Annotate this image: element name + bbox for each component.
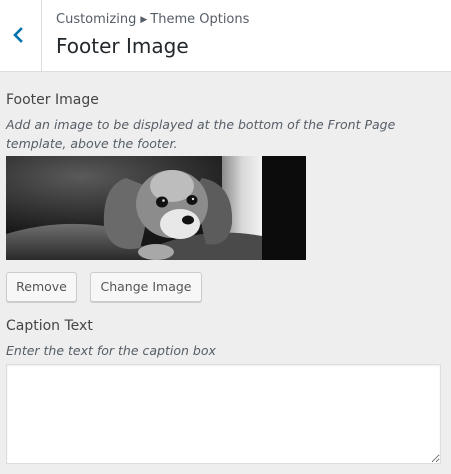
- caption-text-description: Enter the text for the caption box: [6, 343, 216, 358]
- breadcrumb-current: Theme Options: [150, 12, 250, 27]
- breadcrumb: Customizing ▶ Theme Options: [56, 12, 249, 27]
- footer-image-label: Footer Image: [6, 92, 99, 108]
- caption-textarea[interactable]: [6, 364, 441, 464]
- page-title: Footer Image: [56, 34, 189, 58]
- footer-image-preview: [6, 156, 306, 260]
- caret-right-icon: ▶: [140, 15, 148, 25]
- caption-text-label: Caption Text: [6, 318, 93, 334]
- change-image-button[interactable]: Change Image: [90, 272, 202, 302]
- back-button[interactable]: [0, 0, 42, 71]
- breadcrumb-parent: Customizing: [56, 12, 137, 27]
- remove-image-button[interactable]: Remove: [6, 272, 77, 302]
- footer-image-description: Add an image to be displayed at the bott…: [6, 117, 396, 151]
- customizer-header: Customizing ▶ Theme Options Footer Image: [0, 0, 451, 72]
- chevron-left-icon: [13, 27, 23, 43]
